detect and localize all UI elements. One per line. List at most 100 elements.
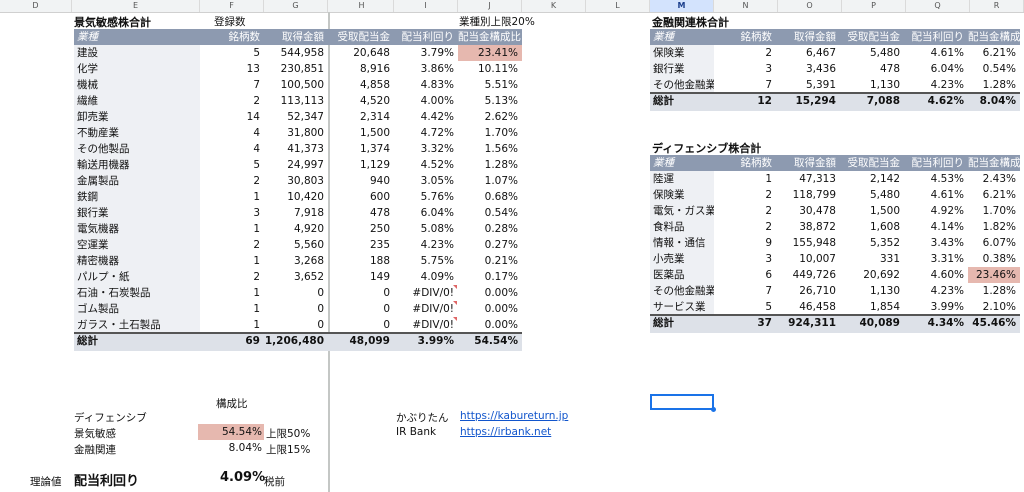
def_table-row-cell[interactable]: 6.21% [968,187,1020,203]
def_table-total-cell[interactable]: 924,311 [776,315,840,331]
left_table-row-cell[interactable]: 4.83% [394,77,458,93]
fin_table-header-cell[interactable]: 配当金構成比 [968,29,1020,45]
def_table-row-cell[interactable]: 7 [714,283,776,299]
left_table-row-cell[interactable]: 3 [200,205,264,221]
fin_table-header-cell[interactable]: 業種 [650,29,714,45]
left_table-row-cell[interactable]: 230,851 [264,61,328,77]
left_table-row-cell[interactable]: 10.11% [458,61,522,77]
left_table-header-cell[interactable]: 取得金額 [264,29,328,45]
left_table-total-cell[interactable]: 3.99% [394,333,458,349]
left_table-row-cell[interactable]: 23.41% [458,45,522,61]
left_table-row-cell[interactable]: 24,997 [264,157,328,173]
left_table-row-cell[interactable]: 0 [264,301,328,317]
def_table-row-cell[interactable]: 電気・ガス業 [650,203,714,219]
left_table-row-cell[interactable]: 188 [330,253,394,269]
left_table-header-cell[interactable]: 配当利回り [394,29,458,45]
left_table-row-cell[interactable]: 600 [330,189,394,205]
left_table-row-cell[interactable]: 機械 [74,77,200,93]
column-header-k[interactable]: K [522,0,586,12]
left_table-row-cell[interactable]: 0 [330,317,394,333]
left_table-total-cell[interactable]: 69 [200,333,264,349]
fin_table-total-cell[interactable]: 12 [714,93,776,109]
composition-value-financial[interactable]: 8.04% [198,442,262,454]
left_table-row-cell[interactable]: ゴム製品 [74,301,200,317]
left_table-row-cell[interactable]: 2 [200,93,264,109]
left_table-row-cell[interactable]: 4.42% [394,109,458,125]
left_table-row-cell[interactable]: 20,648 [330,45,394,61]
fin_table-header-cell[interactable]: 取得金額 [776,29,840,45]
left_table-row-cell[interactable]: 250 [330,221,394,237]
error-indicator[interactable] [453,285,457,289]
left_table-total-cell[interactable]: 総計 [74,333,200,349]
fin_table-total-cell[interactable]: 15,294 [776,93,840,109]
left_table-row-cell[interactable]: 30,803 [264,173,328,189]
fin_table-row-cell[interactable]: 3,436 [776,61,840,77]
left_table-row-cell[interactable]: 4.23% [394,237,458,253]
left_table-row-cell[interactable]: 0 [264,285,328,301]
column-header-h[interactable]: H [330,0,394,12]
def_table-row-cell[interactable]: その他金融業 [650,283,714,299]
def_table-row-cell[interactable]: 4.61% [904,187,968,203]
column-header-g[interactable]: G [264,0,328,12]
left_table-row-cell[interactable]: 輸送用機器 [74,157,200,173]
left_table-row-cell[interactable]: 銀行業 [74,205,200,221]
error-indicator[interactable] [453,317,457,321]
def_table-row-cell[interactable]: 3 [714,251,776,267]
left_table-row-cell[interactable]: 電気機器 [74,221,200,237]
left_table-header-cell[interactable]: 業種 [74,29,200,45]
left_table-total-cell[interactable]: 54.54% [458,333,522,349]
left_table-row-cell[interactable]: 1.28% [458,157,522,173]
left_table-row-cell[interactable]: 3.79% [394,45,458,61]
left_table-header-cell[interactable]: 配当金構成比 [458,29,522,45]
def_table-row-cell[interactable]: 2 [714,219,776,235]
left_table-row-cell[interactable]: 4,920 [264,221,328,237]
def_table-row-cell[interactable]: 46,458 [776,299,840,315]
column-header-j[interactable]: J [458,0,522,12]
left_table-row-cell[interactable]: 化学 [74,61,200,77]
left_table-row-cell[interactable]: 0 [330,285,394,301]
left_table-row-cell[interactable]: 2,314 [330,109,394,125]
left_table-row-cell[interactable]: 0 [330,301,394,317]
def_table-header-cell[interactable]: 受取配当金 [840,155,904,171]
fin_table-row-cell[interactable]: 4.61% [904,45,968,61]
fin_table-row-cell[interactable]: 1,130 [840,77,904,93]
def_table-total-cell[interactable]: 総計 [650,315,714,331]
left_table-row-cell[interactable]: 繊維 [74,93,200,109]
left_table-row-cell[interactable]: 6.04% [394,205,458,221]
left_table-row-cell[interactable]: 1 [200,317,264,333]
def_table-total-cell[interactable]: 40,089 [840,315,904,331]
fill-handle[interactable] [711,407,716,412]
left_table-row-cell[interactable]: パルプ・紙 [74,269,200,285]
def_table-row-cell[interactable]: 5,352 [840,235,904,251]
column-header-m[interactable]: M [650,0,714,12]
def_table-row-cell[interactable]: 23.46% [968,267,1020,283]
fin_table-row-cell[interactable]: 6.21% [968,45,1020,61]
left_table-row-cell[interactable]: 1,500 [330,125,394,141]
def_table-row-cell[interactable]: 4.14% [904,219,968,235]
left_table-row-cell[interactable]: 石油・石炭製品 [74,285,200,301]
def_table-row-cell[interactable]: 陸運 [650,171,714,187]
left_table-row-cell[interactable]: 3.05% [394,173,458,189]
left_table-row-cell[interactable]: 940 [330,173,394,189]
column-header-p[interactable]: P [842,0,906,12]
def_table-row-cell[interactable]: 3.43% [904,235,968,251]
left_table-row-cell[interactable]: 4 [200,141,264,157]
fin_table-row-cell[interactable]: その他金融業 [650,77,714,93]
def_table-row-cell[interactable]: 2.43% [968,171,1020,187]
def_table-row-cell[interactable]: 保険業 [650,187,714,203]
def_table-row-cell[interactable]: 4.92% [904,203,968,219]
left_table-row-cell[interactable]: 0.21% [458,253,522,269]
def_table-row-cell[interactable]: 20,692 [840,267,904,283]
def_table-row-cell[interactable]: 1,608 [840,219,904,235]
def_table-row-cell[interactable]: 1.28% [968,283,1020,299]
def_table-row-cell[interactable]: 5 [714,299,776,315]
left_table-row-cell[interactable]: 5,560 [264,237,328,253]
left_table-row-cell[interactable]: 100,500 [264,77,328,93]
composition-value-cyclical[interactable]: 54.54% [198,424,264,440]
def_table-header-cell[interactable]: 取得金額 [776,155,840,171]
def_table-row-cell[interactable]: 情報・通信 [650,235,714,251]
left_table-row-cell[interactable]: 31,800 [264,125,328,141]
def_table-row-cell[interactable]: 1.82% [968,219,1020,235]
left_table-row-cell[interactable]: 4.09% [394,269,458,285]
left_table-row-cell[interactable]: 8,916 [330,61,394,77]
